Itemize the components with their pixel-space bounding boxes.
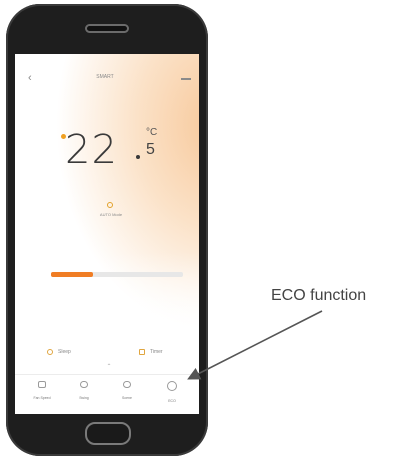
scene-icon: [123, 381, 131, 388]
drawer-handle-icon[interactable]: ⌃: [103, 364, 115, 370]
temperature-decimal: 5: [146, 141, 155, 158]
decimal-point: [136, 155, 140, 159]
sleep-button[interactable]: Sleep: [47, 345, 71, 359]
calendar-icon: [38, 381, 46, 388]
temperature-slider[interactable]: [51, 272, 183, 277]
scene-label: Scene: [122, 396, 132, 400]
quick-actions: Sleep Timer: [15, 345, 199, 359]
eco-icon: [167, 381, 177, 391]
fan-speed-button[interactable]: Fan Speed: [25, 379, 59, 411]
timer-label: Timer: [150, 349, 163, 355]
temperature-whole: 22: [65, 127, 118, 173]
timer-icon: [139, 349, 145, 355]
fan-speed-label: Fan Speed: [33, 396, 51, 400]
page-title: SMART: [96, 74, 114, 80]
back-icon[interactable]: ‹: [28, 72, 38, 84]
eco-button[interactable]: ECO: [155, 379, 189, 411]
swing-button[interactable]: Swing: [67, 379, 101, 411]
phone-frame: ‹ SMART 22 °C 5 AUTO Mode Sleep Timer ⌃ …: [6, 4, 208, 456]
timer-button[interactable]: Timer: [139, 345, 163, 359]
swing-icon: [80, 381, 88, 388]
stage: ‹ SMART 22 °C 5 AUTO Mode Sleep Timer ⌃ …: [0, 0, 408, 461]
swing-label: Swing: [79, 396, 89, 400]
speaker-grille: [85, 24, 129, 33]
top-bar: ‹ SMART: [15, 70, 199, 86]
home-button[interactable]: [85, 422, 131, 445]
temperature-unit: °C: [146, 127, 158, 138]
scene-button[interactable]: Scene: [110, 379, 144, 411]
callout-label: ECO function: [271, 287, 367, 304]
bottom-function-bar: Fan Speed Swing Scene ECO: [15, 374, 199, 414]
glow-fade: [15, 54, 199, 414]
sleep-label: Sleep: [58, 349, 71, 355]
mode-label: AUTO Mode: [99, 212, 123, 217]
menu-icon[interactable]: [181, 78, 191, 80]
app-screen: ‹ SMART 22 °C 5 AUTO Mode Sleep Timer ⌃ …: [15, 54, 199, 414]
mode-icon: [107, 202, 113, 208]
temperature-slider-fill: [51, 272, 94, 277]
eco-label: ECO: [168, 399, 176, 403]
temperature-display: 22 °C 5: [65, 127, 185, 187]
sleep-icon: [47, 349, 53, 355]
